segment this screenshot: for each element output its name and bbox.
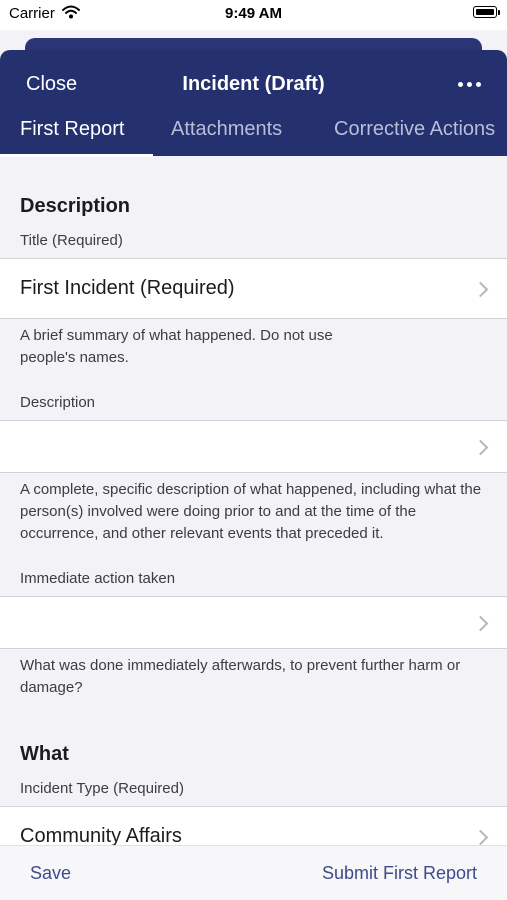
save-button[interactable]: Save [30,863,71,884]
tab-corrective-actions[interactable]: Corrective Actions [334,118,495,156]
action-label: Immediate action taken [20,570,176,587]
action-hint: What was done immediately afterwards, to… [20,657,461,696]
description-hint: A complete, specific description of what… [20,481,482,542]
chevron-right-icon [472,615,489,632]
battery-icon [473,6,497,18]
clock: 9:49 AM [225,5,282,22]
chevron-right-icon [472,439,489,456]
bottom-toolbar: Save Submit First Report [0,845,507,900]
navigation-header: Close Incident (Draft) First Report Atta… [0,50,507,157]
tab-attachments[interactable]: Attachments [171,118,282,156]
title-hint: A brief summary of what happened. Do not… [20,327,333,366]
chevron-right-icon [472,829,489,846]
title-value: First Incident (Required) [20,277,235,299]
section-header-what: What [20,743,69,765]
incident-sheet: Close Incident (Draft) First Report Atta… [0,50,507,900]
title-field[interactable]: First Incident (Required) [0,258,507,319]
incident-type-label: Incident Type (Required) [20,780,184,797]
description-field[interactable] [0,420,507,473]
action-field[interactable] [0,596,507,649]
chevron-right-icon [472,281,489,298]
tab-first-report[interactable]: First Report [20,118,124,156]
tab-bar: First Report Attachments Corrective Acti… [0,118,507,156]
section-header-description: Description [20,195,131,217]
active-tab-indicator [0,154,153,157]
page-title: Incident (Draft) [182,73,325,95]
battery-tip [498,10,500,15]
title-label: Title (Required) [20,232,123,249]
submit-first-report-button[interactable]: Submit First Report [322,863,477,884]
description-label: Description [20,394,96,411]
status-bar: Carrier 9:49 AM [0,0,507,30]
ellipsis-icon[interactable] [458,82,481,87]
